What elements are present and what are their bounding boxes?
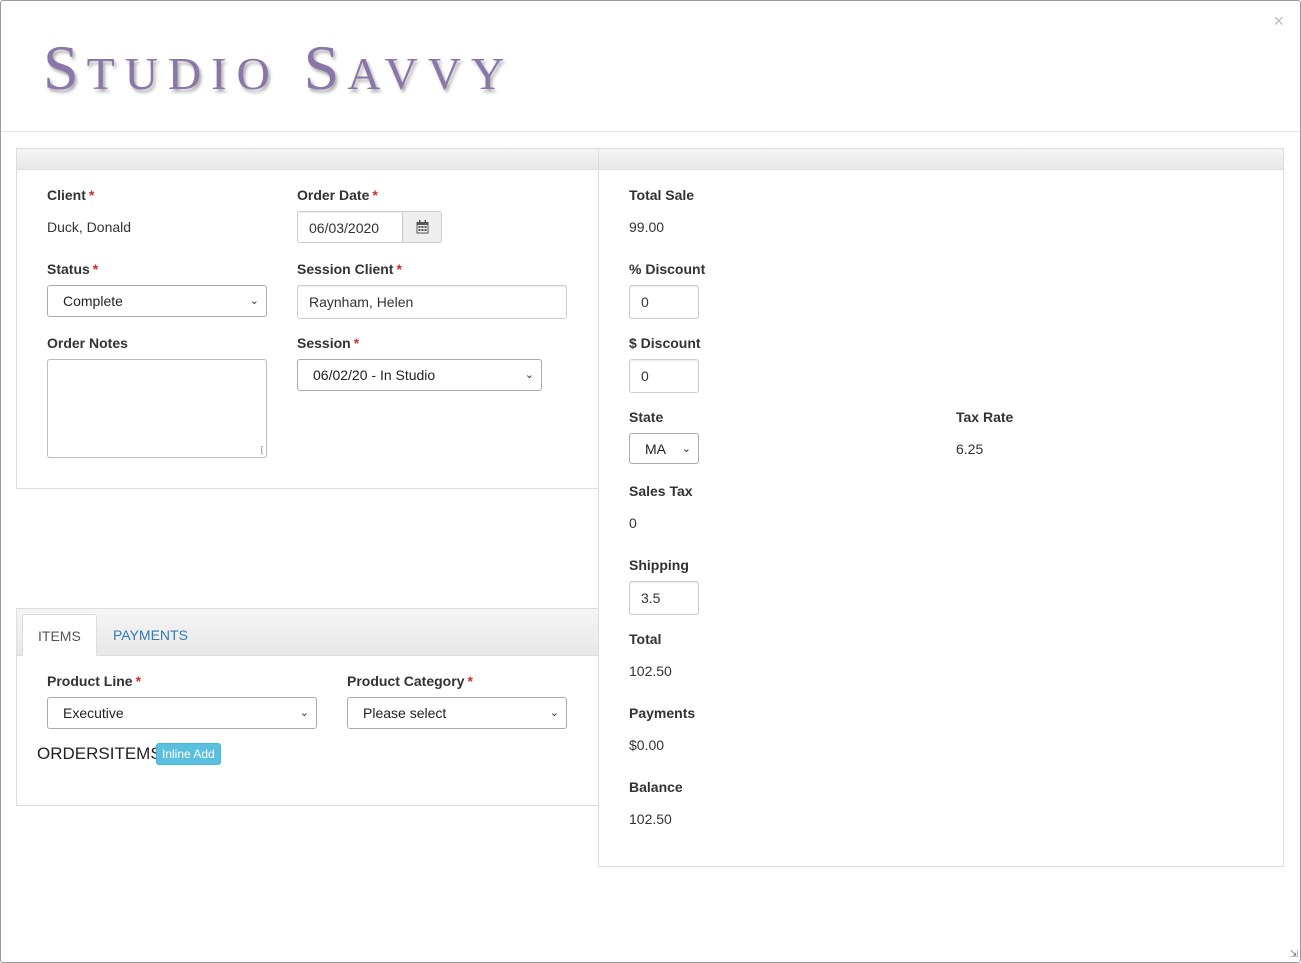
tab-payments[interactable]: PAYMENTS [98, 614, 203, 656]
order-date-input[interactable]: 06/03/2020 [297, 211, 403, 243]
tax-rate-value: 6.25 [956, 441, 984, 457]
session-select[interactable]: 06/02/20 - In Studio ⌄ [297, 359, 542, 391]
state-select[interactable]: MA ⌄ [629, 433, 699, 464]
shipping-label: Shipping [629, 557, 689, 573]
chevron-down-icon: ⌄ [249, 295, 259, 307]
calendar-button[interactable] [403, 211, 442, 243]
tax-rate-label: Tax Rate [956, 409, 1014, 425]
balance-label: Balance [629, 779, 683, 795]
total-label: Total [629, 631, 662, 647]
calendar-icon [416, 220, 428, 234]
chevron-down-icon: ⌄ [524, 369, 534, 381]
order-notes-label: Order Notes [47, 335, 128, 351]
items-panel: ITEMS PAYMENTS Product Line * Executive ⌄ … [16, 608, 599, 806]
state-label: State [629, 409, 664, 425]
payments-value: $0.00 [629, 737, 665, 753]
client-label: Client * [47, 187, 95, 203]
product-line-select[interactable]: Executive ⌄ [47, 697, 317, 729]
tab-items[interactable]: ITEMS [22, 614, 97, 656]
total-sale-label: Total Sale [629, 187, 695, 203]
balance-value: 102.50 [629, 811, 672, 827]
chevron-down-icon: ⌄ [299, 707, 309, 719]
chevron-down-icon: ⌄ [549, 707, 559, 719]
dollar-discount-input[interactable]: 0 [629, 359, 699, 393]
session-label: Session * [297, 335, 360, 351]
product-category-select[interactable]: Please select ⌄ [347, 697, 567, 729]
status-label: Status * [47, 261, 99, 277]
orders-items-title: ORDERSITEMS [37, 744, 162, 763]
modal-resize-icon[interactable]: ⇲ [1290, 949, 1298, 960]
order-notes-textarea[interactable]: ⁅ [47, 359, 267, 458]
chevron-down-icon: ⌄ [681, 443, 691, 455]
session-client-label: Session Client * [297, 261, 402, 277]
panel-header [599, 149, 1283, 170]
total-sale-value: 99.00 [629, 219, 665, 235]
sales-tax-label: Sales Tax [629, 483, 693, 499]
header-divider [1, 131, 1300, 132]
inline-add-button[interactable]: Inline Add [156, 743, 221, 765]
dollar-discount-label: $ Discount [629, 335, 701, 351]
studio-savvy-logo: STUDIO SAVVY [43, 32, 515, 103]
total-value: 102.50 [629, 663, 672, 679]
product-line-label: Product Line * [47, 673, 142, 689]
order-date-label: Order Date * [297, 187, 378, 203]
product-category-label: Product Category * [347, 673, 473, 689]
resize-grip-icon[interactable]: ⁅ [260, 446, 264, 455]
totals-panel: Total Sale 99.00 % Discount 0 $ Discount… [598, 148, 1284, 867]
panel-header [17, 149, 598, 170]
pct-discount-label: % Discount [629, 261, 706, 277]
tab-bar: ITEMS PAYMENTS [17, 609, 598, 656]
payments-label: Payments [629, 705, 696, 721]
order-details-panel: Client * Duck, Donald Order Date * 06/03/2… [16, 148, 599, 489]
order-modal: × STUDIO SAVVY Client * Duck, Donald Orde… [0, 0, 1301, 963]
shipping-input[interactable]: 3.5 [629, 581, 699, 615]
sales-tax-value: 0 [629, 515, 637, 531]
client-value: Duck, Donald [47, 219, 132, 235]
status-select[interactable]: Complete ⌄ [47, 285, 267, 317]
close-icon[interactable]: × [1273, 11, 1284, 31]
session-client-input[interactable]: Raynham, Helen [297, 285, 567, 319]
pct-discount-input[interactable]: 0 [629, 285, 699, 319]
